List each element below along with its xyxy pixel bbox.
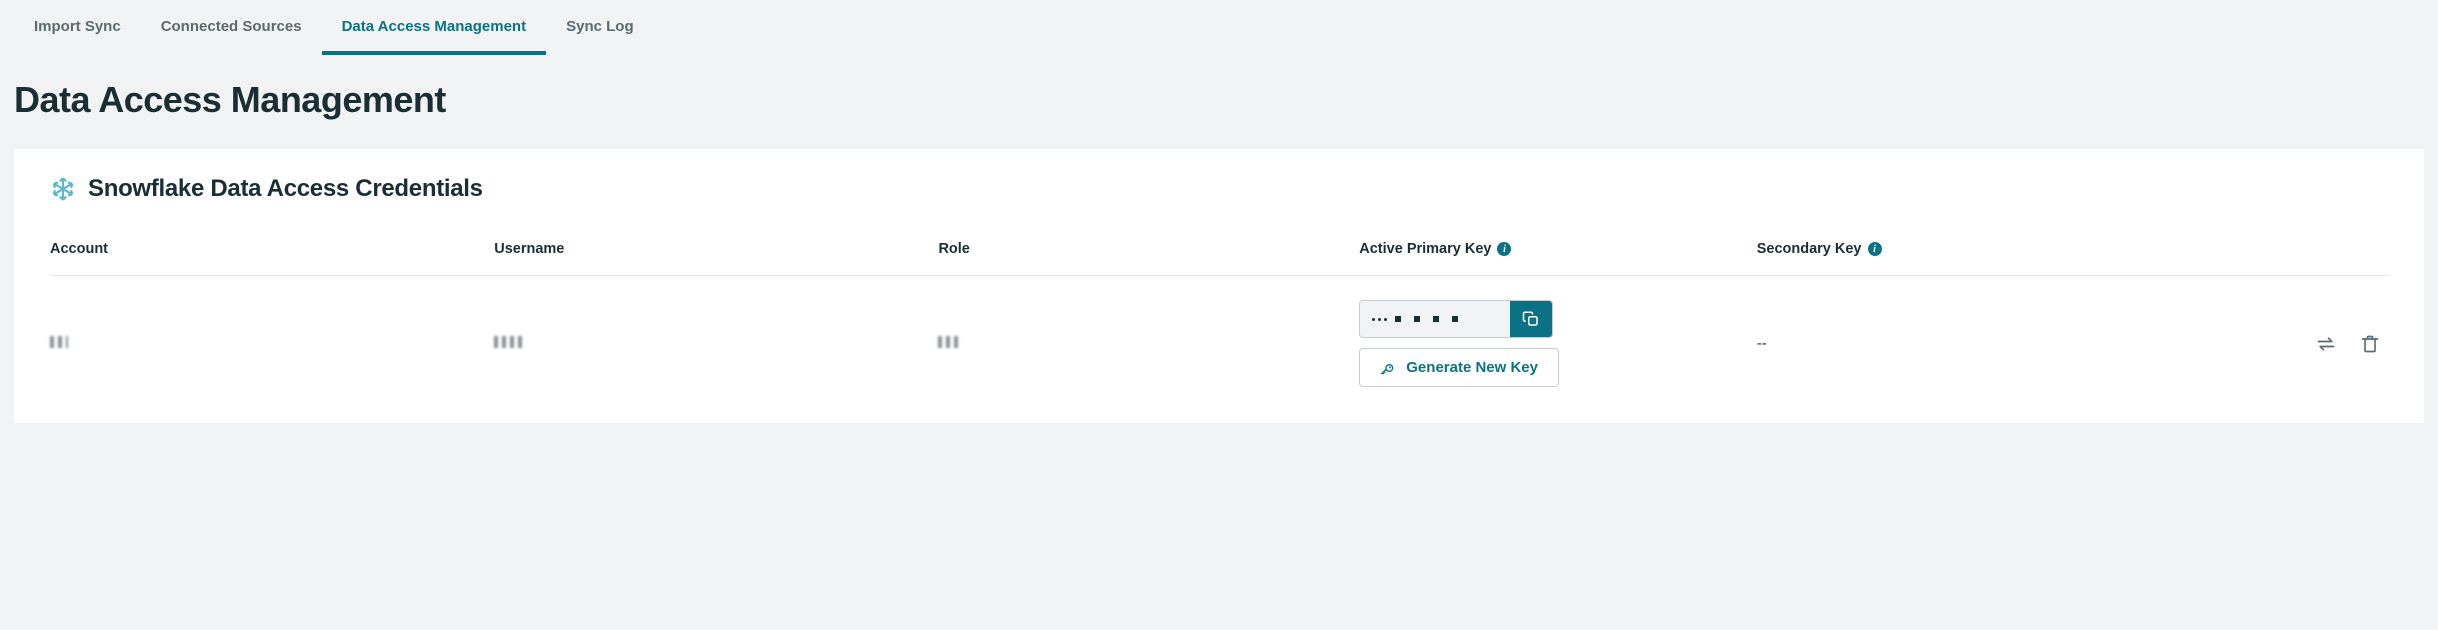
cell-username [494,276,938,404]
th-role: Role [938,241,1359,276]
info-icon[interactable]: i [1497,242,1511,256]
cell-actions [2201,276,2388,404]
info-icon[interactable]: i [1868,242,1882,256]
th-secondary-key: Secondary Key i [1757,241,2201,276]
generate-new-key-label: Generate New Key [1406,359,1538,376]
tab-connected-sources[interactable]: Connected Sources [141,0,322,55]
cell-role [938,276,1359,404]
th-username: Username [494,241,938,276]
swap-icon[interactable] [2316,334,2336,354]
generate-new-key-button[interactable]: Generate New Key [1359,348,1559,387]
cell-secondary-key: -- [1757,276,2201,404]
redacted-username [494,336,524,348]
th-secondary-key-label: Secondary Key [1757,241,1862,257]
snowflake-icon [50,176,76,202]
primary-key-value [1360,301,1510,337]
card-title: Snowflake Data Access Credentials [88,175,483,203]
credentials-card: Snowflake Data Access Credentials Accoun… [14,149,2424,423]
cell-account [50,276,494,404]
cell-primary-key: Generate New Key [1359,276,1756,404]
redacted-role [938,336,962,348]
tabs-bar: Import Sync Connected Sources Data Acces… [0,0,2438,55]
credentials-table: Account Username Role Active Primary Key… [50,241,2388,403]
redacted-account [50,336,68,348]
page-title: Data Access Management [0,55,2438,149]
th-account: Account [50,241,494,276]
copy-button[interactable] [1510,301,1552,337]
th-primary-key: Active Primary Key i [1359,241,1756,276]
tab-import-sync[interactable]: Import Sync [14,0,141,55]
card-header: Snowflake Data Access Credentials [50,175,2388,203]
tab-sync-log[interactable]: Sync Log [546,0,654,55]
th-actions [2201,241,2388,276]
tab-data-access-management[interactable]: Data Access Management [322,0,547,55]
key-icon [1380,360,1396,376]
trash-icon[interactable] [2360,334,2380,354]
table-row: Generate New Key -- [50,276,2388,404]
primary-key-box [1359,300,1553,338]
th-primary-key-label: Active Primary Key [1359,241,1491,257]
